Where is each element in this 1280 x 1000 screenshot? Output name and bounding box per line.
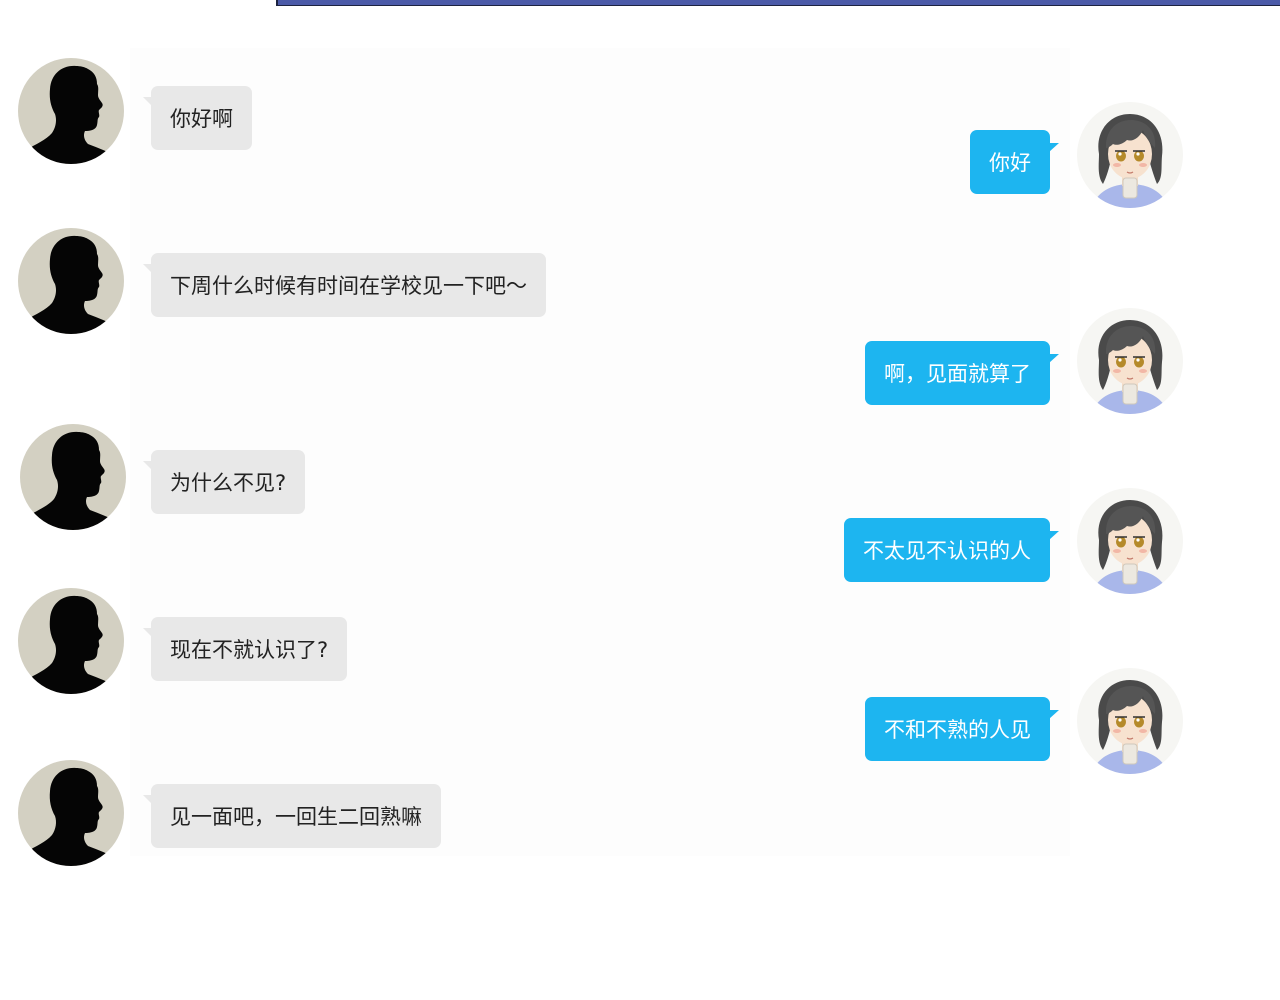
message-text: 现在不就认识了? [170,638,329,662]
male-silhouette-icon[interactable] [18,588,124,694]
incoming-message: 下周什么时候有时间在学校见一下吧～ [143,253,546,317]
anime-girl-avatar-icon[interactable] [1077,668,1183,774]
message-text: 下周什么时候有时间在学校见一下吧～ [170,274,527,298]
anime-girl-avatar-icon[interactable] [1077,308,1183,414]
message-text: 你好 [989,151,1031,175]
anime-girl-avatar-icon[interactable] [1077,488,1183,594]
message-text: 见一面吧，一回生二回熟嘛 [170,805,422,829]
message-text: 为什么不见? [170,471,287,495]
message-text: 不太见不认识的人 [863,539,1031,563]
message-text: 不和不熟的人见 [884,718,1031,742]
incoming-message: 你好啊 [143,86,252,150]
incoming-message: 为什么不见? [142,450,306,514]
outgoing-message: 不太见不认识的人 [844,518,1059,582]
male-silhouette-icon[interactable] [18,760,124,866]
incoming-message: 现在不就认识了? [142,617,348,681]
top-window-strip [276,0,1280,6]
incoming-message: 见一面吧，一回生二回熟嘛 [143,784,441,848]
male-silhouette-icon[interactable] [18,228,124,334]
outgoing-message: 不和不熟的人见 [865,697,1059,761]
male-silhouette-icon[interactable] [20,424,126,530]
outgoing-message: 你好 [970,130,1059,194]
male-silhouette-icon[interactable] [18,58,124,164]
outgoing-message: 啊，见面就算了 [865,341,1059,405]
message-text: 啊，见面就算了 [884,362,1031,386]
message-text: 你好啊 [170,107,233,131]
anime-girl-avatar-icon[interactable] [1077,102,1183,208]
